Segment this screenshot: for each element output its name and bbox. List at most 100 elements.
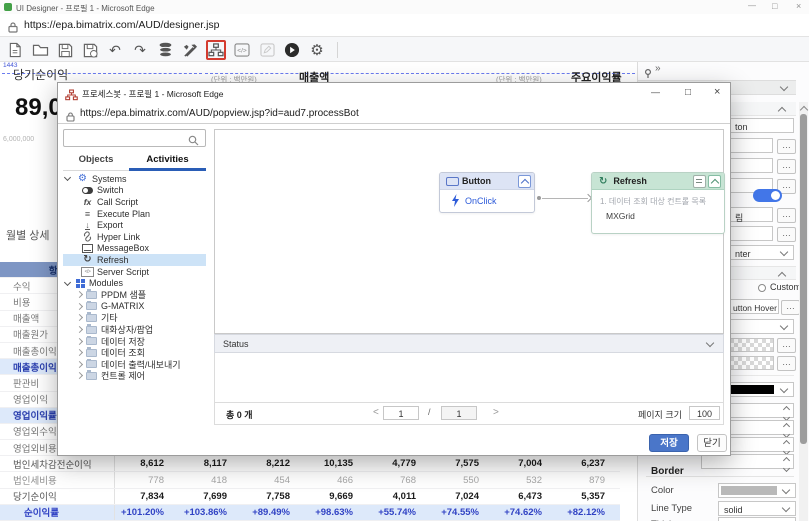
tree-item-call-script[interactable]: fx Call Script xyxy=(63,196,206,208)
tab-activities[interactable]: Activities xyxy=(129,154,206,165)
thickness-input[interactable]: 1 1 1 1 xyxy=(718,517,796,521)
process-bot-icon[interactable] xyxy=(206,40,226,60)
list-view-button[interactable] xyxy=(693,175,706,188)
open-folder-icon[interactable] xyxy=(31,41,49,59)
toggle-switch-on[interactable] xyxy=(753,189,782,202)
tree-folder-데이터-저장[interactable]: 데이터 저장 xyxy=(63,335,206,347)
button-activity-node[interactable]: Button OnClick xyxy=(439,172,535,213)
cell-value: 8,612 xyxy=(140,458,164,470)
page-size-input[interactable]: 100 xyxy=(689,406,720,420)
ellipsis-button[interactable]: … xyxy=(777,159,796,174)
ellipsis-button[interactable]: … xyxy=(777,227,796,242)
status-section-header[interactable]: Status xyxy=(214,334,724,353)
current-page-input[interactable]: 1 xyxy=(383,406,419,420)
ellipsis-button[interactable]: … xyxy=(777,139,796,154)
tree-group-systems[interactable]: ⚙ Systems xyxy=(63,173,206,185)
onclick-event-label[interactable]: OnClick xyxy=(465,196,497,206)
cell-value: 418 xyxy=(211,474,227,486)
popup-minimize-icon[interactable]: — xyxy=(651,87,660,97)
tree-item-execute-plan[interactable]: ≡ Execute Plan xyxy=(63,208,206,220)
tree-folder-label: G-MATRIX xyxy=(101,301,145,312)
line-type-label: Line Type xyxy=(651,503,693,514)
popup-url-bar[interactable]: https://epa.bimatrix.com/AUD/popview.jsp… xyxy=(58,104,730,124)
tree-folder-PPDM-샘플[interactable]: PPDM 샘플 xyxy=(63,289,206,301)
row-label: 법인세비용 xyxy=(0,472,115,488)
code-editor-icon[interactable]: </> xyxy=(233,41,251,59)
cell-value: +82.12% xyxy=(567,506,605,518)
popup-maximize-icon[interactable]: □ xyxy=(685,87,691,98)
tree-item-label: Hyper Link xyxy=(97,231,141,242)
popup-close-icon[interactable]: × xyxy=(714,86,720,98)
tree-folder-컨트롤-제어[interactable]: 컨트롤 제어 xyxy=(63,370,206,382)
redo-icon[interactable]: ↷ xyxy=(131,41,149,59)
cell-value: +89.49% xyxy=(252,506,290,518)
process-canvas[interactable]: Button OnClick ↻ Refresh 1. 데이터 조회 대상 컨트… xyxy=(214,129,725,334)
tree-folder-데이터-출력-내보내기[interactable]: 데이터 출력/내보내기 xyxy=(63,358,206,371)
svg-text:</>: </> xyxy=(237,47,247,54)
popup-window: 프로세스봇 - 프로필 1 - Microsoft Edge — □ × htt… xyxy=(57,82,731,456)
tree-folder-G-MATRIX[interactable]: G-MATRIX xyxy=(63,300,206,313)
new-file-icon[interactable] xyxy=(6,41,24,59)
url-text[interactable]: https://epa.bimatrix.com/AUD/designer.js… xyxy=(24,19,220,31)
align-dropdown-value: nter xyxy=(735,249,751,259)
search-icon xyxy=(188,133,199,151)
save-icon[interactable] xyxy=(56,41,74,59)
panel-scrollbar[interactable] xyxy=(799,102,809,521)
minimize-icon[interactable]: — xyxy=(748,1,756,10)
number-stepper[interactable] xyxy=(701,454,794,473)
caret-right-icon xyxy=(75,337,84,345)
tree-group-modules[interactable]: Modules xyxy=(63,277,206,289)
close-icon[interactable]: × xyxy=(796,1,801,11)
ellipsis-button[interactable]: … xyxy=(781,300,800,315)
tree-item-export[interactable]: ↓ Export xyxy=(63,219,206,231)
tree-item-server-script[interactable]: </> Server Script xyxy=(63,266,206,278)
caret-right-icon xyxy=(75,325,84,334)
chevron-down-icon xyxy=(779,384,789,394)
tree-folder-기타[interactable]: 기타 xyxy=(63,312,206,324)
line-type-dropdown[interactable]: solid xyxy=(718,501,796,516)
collapse-node-button[interactable] xyxy=(518,175,531,188)
undo-icon[interactable]: ↶ xyxy=(106,41,124,59)
tabs-bar: Objects Activities xyxy=(63,151,206,171)
cell-value: +101.20% xyxy=(120,506,164,518)
save-all-icon[interactable] xyxy=(81,41,99,59)
button-node-header[interactable]: Button xyxy=(440,173,534,190)
build-tools-icon[interactable] xyxy=(181,41,199,59)
chevron-down-icon xyxy=(705,338,715,348)
messagebox-icon xyxy=(81,243,94,253)
database-icon[interactable] xyxy=(156,41,174,59)
collapse-node-button[interactable] xyxy=(708,175,721,188)
ellipsis-button[interactable]: … xyxy=(777,356,796,371)
expand-panel-icon[interactable]: » xyxy=(655,63,661,74)
tree-item-refresh[interactable]: ↻ Refresh xyxy=(63,254,206,266)
close-button[interactable]: 닫기 xyxy=(697,434,727,452)
save-button[interactable]: 저장 xyxy=(649,434,689,452)
maximize-icon[interactable]: □ xyxy=(772,1,777,11)
next-page-button[interactable]: > xyxy=(493,407,499,418)
refresh-activity-node[interactable]: ↻ Refresh 1. 데이터 조회 대상 컨트롤 목록 MXGrid xyxy=(591,172,725,234)
ellipsis-button[interactable]: … xyxy=(777,208,796,223)
caret-right-icon xyxy=(75,302,84,310)
tree-folder-대화상자-팝업[interactable]: 대화상자/팝업 xyxy=(63,324,206,336)
settings-icon[interactable]: ⚙ xyxy=(308,41,326,59)
cell-value: 7,699 xyxy=(203,490,227,502)
tree-folder-데이터-조회[interactable]: 데이터 조회 xyxy=(63,347,206,359)
ellipsis-button[interactable]: … xyxy=(777,338,796,353)
scrollbar-thumb[interactable] xyxy=(800,114,807,444)
popup-url-text[interactable]: https://epa.bimatrix.com/AUD/popview.jsp… xyxy=(80,108,359,119)
tree-item-hyper-link[interactable]: Hyper Link xyxy=(63,231,206,243)
tree-item-messagebox[interactable]: MessageBox xyxy=(63,243,206,255)
edit-icon[interactable] xyxy=(258,41,276,59)
border-color-dropdown[interactable] xyxy=(718,483,796,498)
run-icon[interactable] xyxy=(283,41,301,59)
row-label: 법인세차감전순이익 xyxy=(0,456,115,472)
cell-value: +74.55% xyxy=(441,506,479,518)
refresh-node-header[interactable]: ↻ Refresh xyxy=(592,173,724,190)
url-bar[interactable]: https://epa.bimatrix.com/AUD/designer.js… xyxy=(0,14,809,37)
cell-value: 4,011 xyxy=(392,490,416,502)
tab-objects[interactable]: Objects xyxy=(63,154,129,165)
prev-page-button[interactable]: < xyxy=(373,407,379,418)
custom-radio[interactable] xyxy=(758,284,766,292)
search-input[interactable] xyxy=(63,129,206,147)
tree-item-switch[interactable]: Switch xyxy=(63,185,206,197)
